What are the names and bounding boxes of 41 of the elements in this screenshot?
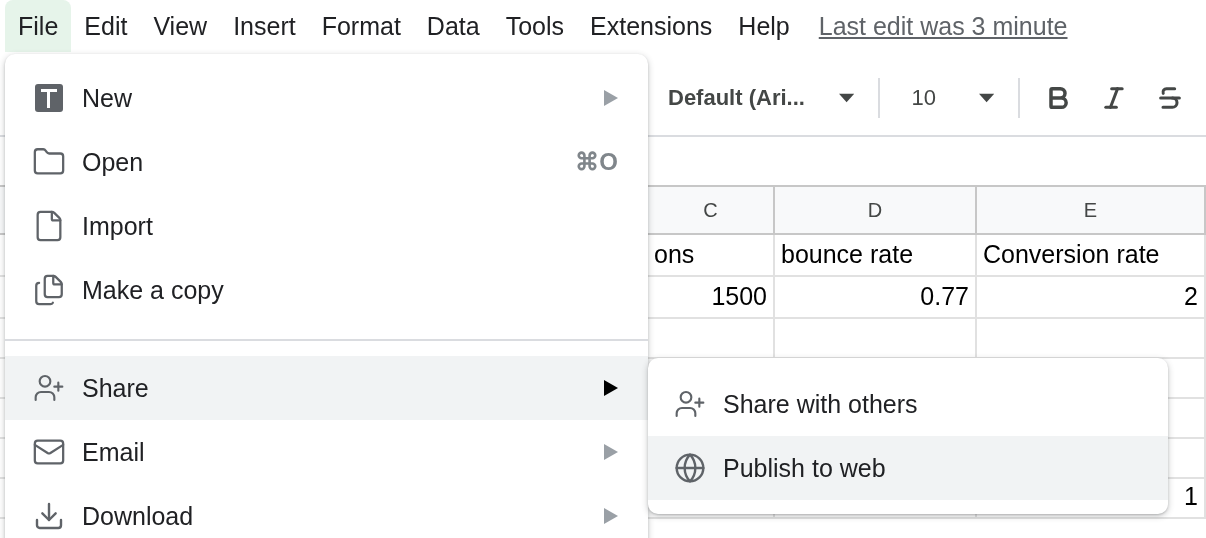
menu-tab[interactable]: Tools [492,0,578,52]
column-header[interactable]: C [648,187,775,235]
menu-item[interactable]: Download [5,484,648,538]
caret-icon [979,92,995,103]
menu-tab[interactable]: View [140,0,221,52]
menu-tab[interactable]: Format [308,0,414,52]
menu-item[interactable]: Share with others [648,372,1168,436]
shortcut-text: ⌘O [575,148,618,176]
menu-tab[interactable]: Insert [220,0,309,52]
submenu-arrow-icon [604,90,618,106]
menu-item[interactable]: Email [5,420,648,484]
caret-icon [838,92,854,103]
menu-item[interactable]: Share [5,356,648,420]
font-dropdown[interactable]: Default (Ari... [668,84,805,111]
column-header[interactable]: D [775,187,977,235]
submenu-arrow-icon [604,508,618,524]
table-cell: 2 [977,277,1206,319]
table-cell: 0.77 [775,277,977,319]
person-add-icon [674,388,706,420]
download-icon [33,500,65,532]
menu-item[interactable]: Make a copy [5,258,648,322]
menu-tab[interactable]: File [5,0,72,52]
last-edit-link[interactable]: Last edit was 3 minute [818,11,1068,41]
menu-tab[interactable]: Edit [71,0,141,52]
new-sheet-icon [34,83,64,113]
copy-icon [32,273,66,307]
submenu-arrow-icon [604,380,618,396]
table-cell: Conversion rate [977,235,1206,277]
menu-tab[interactable]: Help [725,0,803,52]
globe-icon [674,452,706,484]
menu-item[interactable]: Open ⌘O [5,130,648,194]
submenu-arrow-icon [604,444,618,460]
font-size-dropdown[interactable]: 10 [903,84,980,111]
menu-item[interactable]: Publish to web [648,436,1168,500]
menu-item[interactable]: Import [5,194,648,258]
person-add-icon [33,372,65,404]
menu-tab[interactable]: Data [413,0,493,52]
menu-tab[interactable]: Extensions [577,0,726,52]
column-header[interactable]: E [977,187,1206,235]
menu-item[interactable]: New [5,66,648,130]
table-cell: bounce rate [775,235,977,277]
